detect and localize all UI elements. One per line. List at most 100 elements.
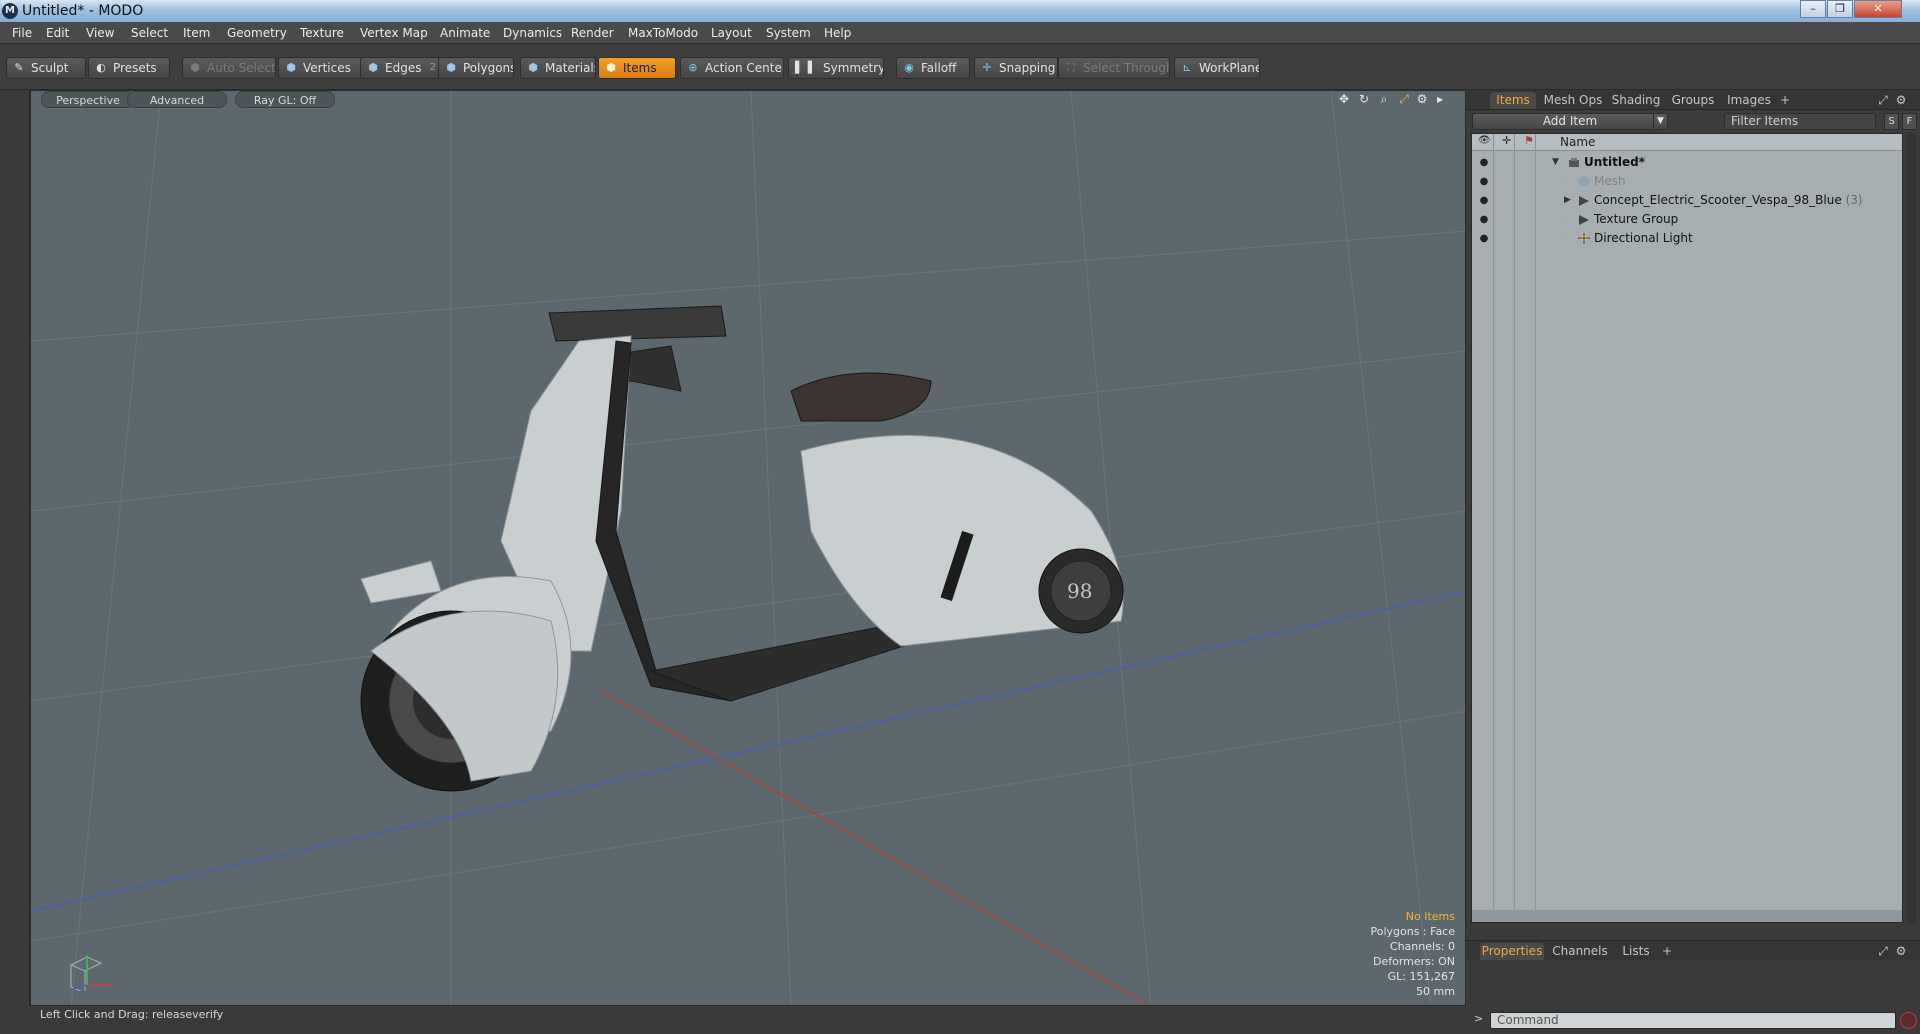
menu-animate[interactable]: Animate (440, 26, 490, 40)
expand-panel-icon[interactable]: ⤢ (1876, 92, 1890, 109)
child-count: (3) (1845, 193, 1863, 207)
tree-row-scooter-group[interactable]: ● ▶ Concept_Electric_Scooter_Vespa_98_Bl… (1472, 191, 1902, 210)
menu-bar: File Edit View Select Item Geometry Text… (0, 22, 1920, 44)
workplane-button[interactable]: ⊾ WorkPlane (1174, 57, 1260, 79)
visibility-eye-icon[interactable]: ● (1475, 191, 1493, 210)
advanced-tab[interactable]: Advanced (127, 91, 227, 108)
panel-settings-icon[interactable]: ⚙ (1894, 92, 1908, 109)
menu-help[interactable]: Help (824, 26, 851, 40)
command-prompt-icon: > (1474, 1012, 1484, 1025)
tree-horizontal-scrollbar[interactable] (1472, 910, 1902, 922)
viewport-settings-icon[interactable]: ⚙ (1415, 92, 1429, 106)
viewport-menu-arrow-icon[interactable]: ▸ (1433, 92, 1447, 106)
tab-mesh-ops[interactable]: Mesh Ops (1542, 92, 1604, 109)
menu-maxtomodo[interactable]: MaxToModo (628, 26, 698, 40)
minimize-button[interactable]: – (1800, 0, 1826, 18)
3d-viewport[interactable]: 98 Perspective Advanced Ray GL: Off ✥ ↻ … (30, 90, 1466, 1006)
name-column-header[interactable]: Name (1560, 135, 1595, 149)
pan-icon[interactable]: ✥ (1337, 92, 1351, 106)
tab-lists[interactable]: Lists (1616, 943, 1656, 960)
scooter-model[interactable]: 98 (360, 305, 1124, 792)
tree-row-directional-light[interactable]: ● · Directional Light (1472, 229, 1902, 248)
rotate-icon[interactable]: ↻ (1357, 92, 1371, 106)
snapping-button[interactable]: ✛ Snapping (974, 57, 1058, 79)
item-list-tree[interactable]: 👁 ✛ ⚑ Name ● ▼ Untitled* ● · Mesh ● ▶ Co… (1471, 133, 1903, 923)
auto-select-icon: ⬢ (190, 61, 200, 74)
restore-button[interactable]: ❐ (1827, 0, 1853, 18)
tree-vertical-scrollbar[interactable] (1906, 133, 1916, 923)
visibility-column-icon[interactable]: 👁 (1478, 135, 1491, 146)
tree-row-texture-group[interactable]: ● · Texture Group (1472, 210, 1902, 229)
snapping-icon: ✛ (982, 61, 992, 74)
vertices-button[interactable]: ⬢ Vertices (278, 57, 362, 79)
expand-triangle-icon[interactable]: ▶ (1564, 191, 1571, 210)
visibility-eye-icon[interactable]: ● (1475, 229, 1493, 248)
stop-icon[interactable] (1900, 1012, 1917, 1029)
items-button[interactable]: ⬢ Items (598, 57, 676, 79)
tab-shading[interactable]: Shading (1608, 92, 1664, 109)
menu-file[interactable]: File (12, 26, 32, 40)
add-item-button[interactable]: Add Item ▼ (1472, 113, 1668, 130)
menu-select[interactable]: Select (131, 26, 168, 40)
tab-images[interactable]: Images (1724, 92, 1774, 109)
select-through-button[interactable]: ⛶ Select Through (1058, 57, 1170, 79)
add-properties-tab-button[interactable]: + (1660, 943, 1674, 960)
tab-groups[interactable]: Groups (1668, 92, 1718, 109)
properties-settings-icon[interactable]: ⚙ (1894, 943, 1908, 960)
lock-column-icon[interactable]: ✛ (1502, 134, 1511, 147)
tree-row-mesh[interactable]: ● · Mesh (1472, 172, 1902, 191)
zoom-icon[interactable]: ⌕ (1377, 92, 1391, 106)
filter-s-button[interactable]: S (1884, 113, 1899, 130)
select-through-icon: ⛶ (1067, 61, 1075, 74)
visibility-eye-icon[interactable]: ● (1475, 172, 1493, 191)
menu-view[interactable]: View (86, 26, 114, 40)
menu-layout[interactable]: Layout (711, 26, 752, 40)
maximize-icon[interactable]: ⤢ (1397, 92, 1411, 106)
filter-items-input[interactable]: Filter Items (1724, 113, 1876, 130)
command-input[interactable]: Command (1490, 1012, 1896, 1029)
tab-channels[interactable]: Channels (1550, 943, 1610, 960)
tree-connector-icon: · (1564, 214, 1567, 224)
tree-label: Concept_Electric_Scooter_Vespa_98_Blue (… (1594, 193, 1863, 207)
expand-properties-icon[interactable]: ⤢ (1876, 943, 1890, 960)
info-selection: No Items (1405, 910, 1455, 923)
menu-vertex-map[interactable]: Vertex Map (360, 26, 428, 40)
chevron-down-icon[interactable]: ▼ (1653, 114, 1667, 129)
expand-triangle-icon[interactable]: ▼ (1552, 153, 1559, 172)
properties-panel-tabs: Properties Channels Lists + ⤢ ⚙ (1466, 940, 1920, 960)
action-center-button[interactable]: ⊕ Action Center (680, 57, 784, 79)
filter-f-button[interactable]: F (1902, 113, 1917, 130)
visibility-eye-icon[interactable]: ● (1475, 153, 1493, 172)
add-tab-button[interactable]: + (1778, 92, 1792, 109)
close-button[interactable]: ✕ (1854, 0, 1902, 18)
menu-system[interactable]: System (766, 26, 811, 40)
menu-geometry[interactable]: Geometry (227, 26, 287, 40)
menu-dynamics[interactable]: Dynamics (503, 26, 562, 40)
tab-items[interactable]: Items (1490, 92, 1536, 109)
title-bar: M Untitled* - MODO – ❐ ✕ (0, 0, 1920, 22)
menu-item[interactable]: Item (183, 26, 210, 40)
symmetry-icon: ▌▐ (795, 61, 812, 74)
sculpt-button[interactable]: ✎ Sculpt (6, 57, 86, 79)
tree-label: Untitled* (1584, 155, 1645, 169)
tree-row-scene[interactable]: ● ▼ Untitled* (1472, 153, 1902, 172)
presets-button[interactable]: ◐ Presets (88, 57, 170, 79)
left-tool-strip (0, 90, 30, 1006)
edges-button[interactable]: ⬢ Edges 2 (360, 57, 440, 79)
polygons-button[interactable]: ⬢ Polygons (438, 57, 514, 79)
materials-button[interactable]: ⬢ Materials (520, 57, 596, 79)
perspective-tab[interactable]: Perspective (41, 91, 135, 108)
render-column-icon[interactable]: ⚑ (1524, 134, 1534, 147)
menu-texture[interactable]: Texture (300, 26, 344, 40)
symmetry-button[interactable]: ▌▐ Symmetry (788, 57, 884, 79)
status-message: Left Click and Drag: releaseverify (40, 1008, 224, 1021)
raygl-tab[interactable]: Ray GL: Off (235, 91, 335, 108)
tab-properties[interactable]: Properties (1480, 943, 1544, 960)
auto-select-button[interactable]: ⬢ Auto Select (182, 57, 276, 79)
visibility-eye-icon[interactable]: ● (1475, 210, 1493, 229)
falloff-button[interactable]: ◉ Falloff (896, 57, 970, 79)
menu-render[interactable]: Render (571, 26, 614, 40)
menu-edit[interactable]: Edit (46, 26, 69, 40)
group-icon (1579, 215, 1589, 225)
tree-connector-icon: · (1564, 176, 1567, 186)
